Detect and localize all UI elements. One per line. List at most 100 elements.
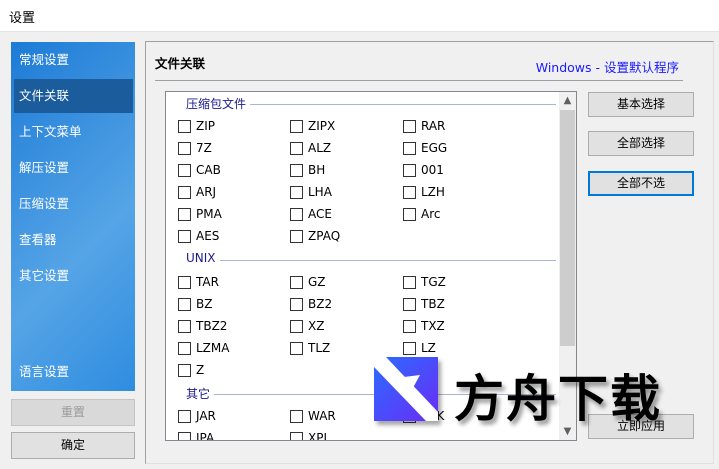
filetype-label: BZ2: [308, 297, 333, 311]
checkbox-box[interactable]: [290, 164, 303, 177]
group-header: 压缩包文件: [166, 95, 561, 112]
title-bar: 设置: [0, 0, 719, 32]
sidebar-item[interactable]: 查看器: [11, 223, 135, 257]
filetype-label: ALZ: [308, 141, 332, 155]
checkbox-box[interactable]: [178, 320, 191, 333]
checkbox-box[interactable]: [290, 276, 303, 289]
filetype-label: BH: [308, 163, 326, 177]
filetype-label: RAR: [421, 119, 446, 133]
sidebar-item[interactable]: 压缩设置: [11, 187, 135, 221]
checkbox-box[interactable]: [290, 320, 303, 333]
filetype-label: ARJ: [196, 185, 217, 199]
filetype-label: JAR: [196, 409, 216, 423]
filetype-label: LZ: [421, 341, 436, 355]
filetype-label: 7Z: [196, 141, 212, 155]
filetype-label: EGG: [421, 141, 448, 155]
filetype-label: AES: [196, 229, 220, 243]
group-label: 压缩包文件: [186, 95, 251, 112]
filetype-label: LZMA: [196, 341, 230, 355]
sidebar: 常规设置 文件关联 上下文菜单 解压设置 压缩设置 查看器 其它设置语言设置: [11, 42, 135, 391]
windows-default-programs-link[interactable]: Windows - 设置默认程序: [536, 57, 679, 76]
page-title: 文件关联: [155, 56, 206, 71]
filetype-label: ZIPX: [308, 119, 336, 133]
filetype-label: TAR: [196, 275, 219, 289]
select-none-button[interactable]: 全部不选: [588, 171, 694, 196]
sidebar-item[interactable]: 文件关联: [14, 79, 133, 113]
filetype-label: XPI: [308, 431, 327, 441]
checkbox-box[interactable]: [403, 208, 416, 221]
checkbox-box[interactable]: [403, 320, 416, 333]
filetype-label: TBZ2: [196, 319, 228, 333]
checkbox-box[interactable]: [178, 120, 191, 133]
group-label: 其它: [186, 385, 215, 402]
group-header: 其它: [166, 385, 561, 402]
filetype-label: BZ: [196, 297, 213, 311]
checkbox-box[interactable]: [403, 164, 416, 177]
filetype-label: LZH: [421, 185, 445, 199]
basic-select-button[interactable]: 基本选择: [588, 92, 694, 117]
checkbox-box[interactable]: [290, 208, 303, 221]
filetype-label: CAB: [196, 163, 221, 177]
checkbox-box[interactable]: [290, 230, 303, 243]
scroll-thumb[interactable]: [560, 110, 575, 346]
filetype-label: APK: [421, 409, 445, 423]
apply-button[interactable]: 立即应用: [588, 414, 694, 439]
group-divider: [186, 260, 556, 261]
file-type-list[interactable]: 压缩包文件 ZIP ZIPX RAR 7Z ALZ EGG CAB BH 001 ARJ LHA LZH…: [165, 91, 577, 441]
filetype-label: LHA: [308, 185, 332, 199]
checkbox-box[interactable]: [178, 164, 191, 177]
scroll-up-icon[interactable]: ▲: [559, 92, 576, 109]
checkbox-box[interactable]: [403, 298, 416, 311]
sidebar-item[interactable]: 常规设置: [11, 43, 135, 77]
filetype-label: IPA: [196, 431, 215, 441]
checkbox-box[interactable]: [403, 120, 416, 133]
checkbox-box[interactable]: [290, 342, 303, 355]
checkbox-box[interactable]: [178, 230, 191, 243]
sidebar-item[interactable]: 上下文菜单: [11, 115, 135, 149]
sidebar-item[interactable]: 语言设置: [11, 355, 135, 389]
checkbox-box[interactable]: [290, 410, 303, 423]
ok-button[interactable]: 确定: [11, 432, 135, 459]
group-header: UNIX: [166, 251, 561, 267]
checkbox-box[interactable]: [290, 120, 303, 133]
checkbox-box[interactable]: [403, 186, 416, 199]
filetype-label: Arc: [421, 207, 441, 221]
checkbox-box[interactable]: [403, 276, 416, 289]
checkbox-box[interactable]: [178, 186, 191, 199]
checkbox-box[interactable]: [178, 410, 191, 423]
checkbox-box[interactable]: [178, 342, 191, 355]
filetype-label: ZIP: [196, 119, 215, 133]
filetype-label: PMA: [196, 207, 222, 221]
checkbox-box[interactable]: [290, 142, 303, 155]
filetype-label: 001: [421, 163, 444, 177]
checkbox-box[interactable]: [290, 298, 303, 311]
sidebar-item[interactable]: 解压设置: [11, 151, 135, 185]
checkbox-box[interactable]: [178, 432, 191, 440]
filetype-label: ZPAQ: [308, 229, 341, 243]
checkbox-box[interactable]: [178, 142, 191, 155]
checkbox-box[interactable]: [178, 364, 191, 377]
scrollbar[interactable]: ▲ ▼: [559, 92, 576, 440]
reset-button[interactable]: 重置: [11, 399, 135, 426]
filetype-label: XZ: [308, 319, 325, 333]
group-label: UNIX: [186, 251, 220, 265]
filetype-label: WAR: [308, 409, 336, 423]
filetype-label: TXZ: [421, 319, 445, 333]
filetype-label: GZ: [308, 275, 326, 289]
checkbox-box[interactable]: [178, 208, 191, 221]
checkbox-box[interactable]: [178, 276, 191, 289]
select-all-button[interactable]: 全部选择: [588, 131, 694, 156]
filetype-label: Z: [196, 363, 205, 377]
checkbox-box[interactable]: [403, 410, 416, 423]
checkbox-box[interactable]: [290, 186, 303, 199]
sidebar-item[interactable]: 其它设置: [11, 259, 135, 293]
checkbox-box[interactable]: [403, 142, 416, 155]
group-divider: [186, 394, 556, 395]
checkbox-box[interactable]: [403, 342, 416, 355]
checkbox-box[interactable]: [290, 432, 303, 440]
window-title: 设置: [9, 11, 36, 26]
divider: [155, 80, 683, 81]
filetype-label: TGZ: [421, 275, 446, 289]
scroll-down-icon[interactable]: ▼: [559, 423, 576, 440]
checkbox-box[interactable]: [178, 298, 191, 311]
